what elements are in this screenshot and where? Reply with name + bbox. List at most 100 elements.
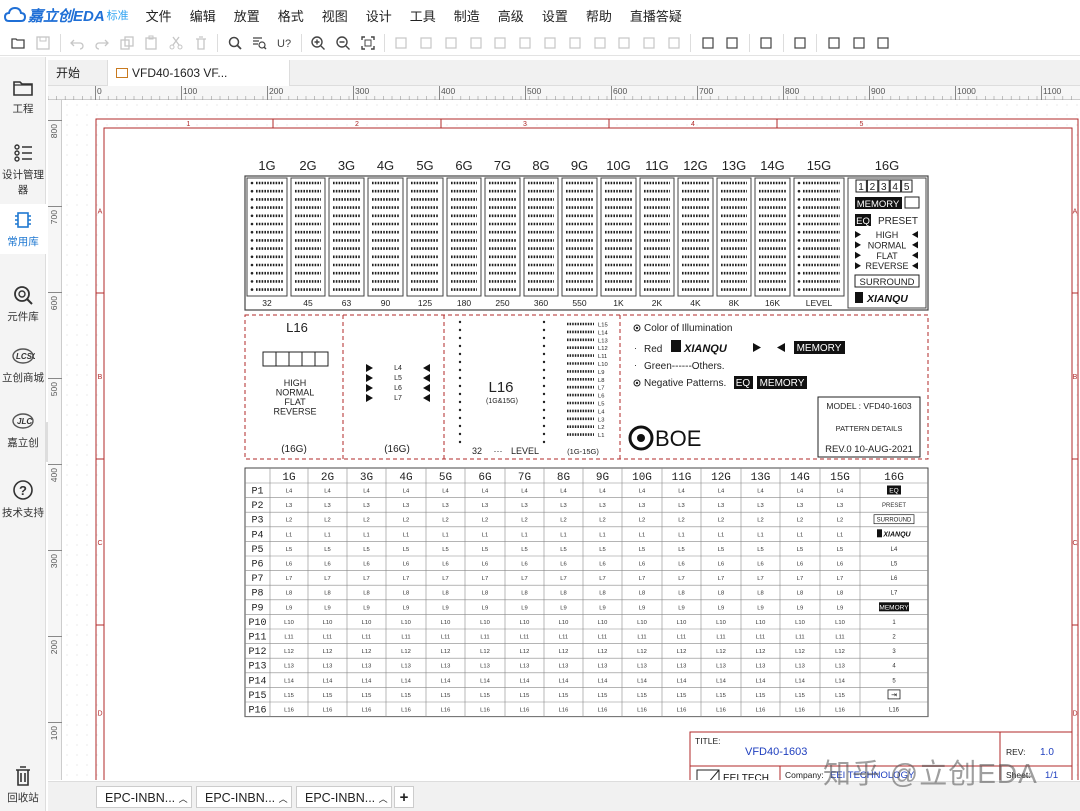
save-icon[interactable] (33, 33, 53, 53)
sidebar-item-help[interactable]: ? 技术支持 (0, 475, 46, 525)
pin-cell: L15 (401, 693, 411, 699)
pin-cell: L13 (441, 664, 451, 670)
sidebar-item-search[interactable]: 元件库 (0, 279, 46, 329)
table-icon[interactable] (614, 33, 634, 53)
sidebar-item-label: 元件库 (7, 311, 39, 323)
menu-8[interactable]: 高级 (489, 6, 533, 25)
menu-0[interactable]: 文件 (137, 6, 181, 25)
sheet-tab-3[interactable]: EPC-INBN... ︿ (296, 786, 392, 808)
image-icon[interactable] (698, 33, 718, 53)
bom-icon[interactable] (790, 33, 810, 53)
ruler-v-label: 100 (49, 726, 59, 741)
sidebar-item-folder[interactable]: 工程 (0, 71, 46, 121)
sheet-tab-1[interactable]: EPC-INBN... ︿ (96, 786, 192, 808)
left-sidebar: 工程设计管理器常用库元件库 LCSC 立创商城 JLC 嘉立创 ? 技术支持回收站 (0, 57, 46, 811)
sidebar-item-list[interactable]: 设计管理器 (0, 137, 46, 199)
fit-icon[interactable] (358, 33, 378, 53)
menu-4[interactable]: 视图 (313, 6, 357, 25)
pin-cell: L2 (560, 518, 566, 524)
pin-cell: L4 (286, 489, 293, 495)
pin-cell: L13 (795, 664, 805, 670)
level-scale-label: L8 (598, 378, 604, 384)
ruler-h-label: 900 (871, 86, 886, 96)
layers-icon[interactable] (849, 33, 869, 53)
zoom-out-icon[interactable] (333, 33, 353, 53)
add-sheet-button[interactable]: + (394, 786, 414, 808)
menu-10[interactable]: 帮助 (577, 6, 621, 25)
ruler-h-major-tick (955, 86, 956, 100)
cut-icon[interactable] (166, 33, 186, 53)
pin-cell: L1 (482, 532, 488, 538)
pin-cell: L6 (521, 562, 527, 568)
lines-icon[interactable] (664, 33, 684, 53)
symbol-icon[interactable]: U? (274, 33, 294, 53)
menu-2[interactable]: 放置 (225, 6, 269, 25)
sheet-row-label: B (1073, 374, 1078, 381)
tab-schematic[interactable]: VFD40-1603 VF... (108, 60, 290, 86)
pin-cell: L14 (637, 678, 647, 684)
redo-icon[interactable] (92, 33, 112, 53)
ruler-h-label: 1100 (1043, 86, 1062, 96)
menu-5[interactable]: 设计 (357, 6, 401, 25)
pin-cell: L15 (441, 693, 451, 699)
model-name: MODEL : VFD40-1603 (826, 401, 911, 411)
align-top-icon[interactable] (441, 33, 461, 53)
pin-cell: L5 (560, 547, 566, 553)
pin-cell: L12 (559, 649, 569, 655)
pin-cell: L3 (363, 503, 369, 509)
level-dot (797, 239, 801, 242)
pin-cell: L7 (442, 576, 448, 582)
menu-1[interactable]: 编辑 (181, 6, 225, 25)
pin-cell: L15 (362, 693, 372, 699)
level-dot (250, 263, 254, 267)
align-center-icon[interactable] (490, 33, 510, 53)
folder-icon[interactable] (8, 33, 28, 53)
align-left-icon[interactable] (391, 33, 411, 53)
distribute-v-icon[interactable] (565, 33, 585, 53)
ruler-h-major-tick (439, 86, 440, 100)
menu-9[interactable]: 设置 (533, 6, 577, 25)
share-icon[interactable] (873, 33, 893, 53)
menu-11[interactable]: 直播答疑 (621, 6, 691, 25)
pin-cell: L9 (324, 605, 330, 611)
tab-start[interactable]: 开始 (48, 60, 108, 86)
find-replace-icon[interactable] (249, 33, 269, 53)
copy-icon[interactable] (117, 33, 137, 53)
sheet-col-label: 2 (355, 121, 359, 128)
svg-text:JLC: JLC (17, 417, 32, 426)
sheet-row-label: C (1072, 540, 1077, 547)
sheet-row-label: C (97, 540, 102, 547)
sidebar-item-lcsc[interactable]: LCSC 立创商城 (0, 340, 46, 390)
pin-cell: L1 (521, 532, 527, 538)
schematic-canvas[interactable]: 1122334455AABBCCDD1G2G3G4G5G6G7G8G9G10G1… (62, 100, 1080, 780)
sidebar-item-chip[interactable]: 常用库 (0, 204, 46, 254)
pin-cell: L11 (559, 635, 568, 641)
align-bottom-icon[interactable] (466, 33, 486, 53)
search-icon[interactable] (225, 33, 245, 53)
bar-icon[interactable] (639, 33, 659, 53)
delete-icon[interactable] (191, 33, 211, 53)
layer-up-icon[interactable] (722, 33, 742, 53)
zoom-in-icon[interactable] (308, 33, 328, 53)
paste-icon[interactable] (141, 33, 161, 53)
pin-icon[interactable] (756, 33, 776, 53)
grid-snap-icon[interactable] (590, 33, 610, 53)
pin-cell: L10 (598, 620, 608, 626)
align-middle-icon[interactable] (515, 33, 535, 53)
sheet-tab-2[interactable]: EPC-INBN... ︿ (196, 786, 292, 808)
l16-mode: HIGH (284, 378, 307, 388)
pin-cell: L2 (718, 518, 724, 524)
menu-7[interactable]: 制造 (445, 6, 489, 25)
picture-icon[interactable] (824, 33, 844, 53)
pin-cell: L10 (677, 620, 687, 626)
pin-cell: L3 (403, 503, 409, 509)
pin-label: P9 (251, 603, 263, 614)
align-right-icon[interactable] (416, 33, 436, 53)
sidebar-item-jlc[interactable]: JLC 嘉立创 (0, 405, 46, 455)
ruler-h-label: 1000 (957, 86, 976, 96)
distribute-h-icon[interactable] (540, 33, 560, 53)
menu-6[interactable]: 工具 (401, 6, 445, 25)
sidebar-item-trash[interactable]: 回收站 (0, 760, 46, 810)
undo-icon[interactable] (67, 33, 87, 53)
menu-3[interactable]: 格式 (269, 6, 313, 25)
